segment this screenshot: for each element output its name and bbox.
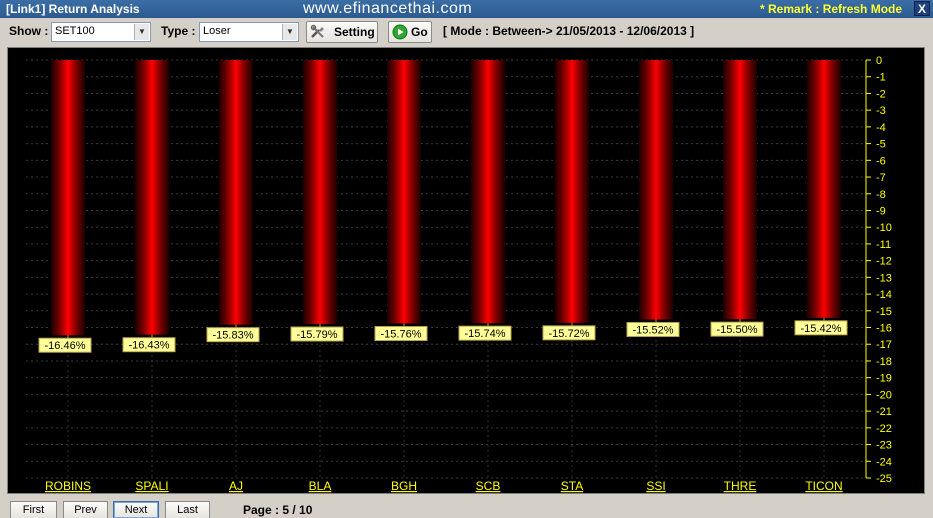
y-tick-label: -22	[876, 423, 892, 435]
first-page-button[interactable]: First	[10, 501, 57, 518]
y-tick-label: -21	[876, 406, 892, 418]
close-button[interactable]: X	[914, 1, 930, 16]
y-tick-label: -19	[876, 373, 892, 385]
bar-sta[interactable]	[555, 60, 589, 323]
data-label: -15.50%	[717, 324, 758, 336]
bar-robins[interactable]	[51, 60, 85, 336]
y-tick-label: -4	[876, 122, 886, 134]
category-label-bla[interactable]: BLA	[309, 479, 332, 493]
return-bar-chart: -16.46% -16.43% -15.83% -15.79% -15.76% -15.7…	[7, 47, 925, 494]
type-select-value: Loser	[203, 25, 231, 37]
y-tick-label: -11	[876, 239, 891, 251]
bar-bgh[interactable]	[387, 60, 421, 324]
bar-aj[interactable]	[219, 60, 253, 325]
bar-spali[interactable]	[135, 60, 169, 335]
data-label: -15.76%	[381, 329, 422, 341]
setting-button[interactable]: Setting	[306, 21, 378, 43]
category-label-robins[interactable]: ROBINS	[45, 479, 91, 493]
data-label: -15.74%	[465, 328, 506, 340]
toolbar: Show : SET100 ▼ Type : Loser ▼ Setting G…	[0, 18, 933, 45]
data-label: -15.52%	[633, 324, 674, 336]
y-tick-label: -6	[876, 155, 886, 167]
category-label-ticon[interactable]: TICON	[805, 479, 842, 493]
category-label-sta[interactable]: STA	[561, 479, 583, 493]
y-tick-label: -17	[876, 339, 892, 351]
title-bar: [Link1] Return Analysis www.efinancethai…	[0, 0, 933, 18]
y-tick-label: -7	[876, 172, 886, 184]
y-tick-label: -23	[876, 440, 892, 452]
data-label: -16.43%	[129, 340, 170, 352]
y-tick-label: -1	[876, 72, 886, 84]
bar-scb[interactable]	[471, 60, 505, 324]
y-tick-label: 0	[876, 55, 882, 67]
chevron-down-icon: ▼	[134, 24, 149, 40]
mode-range-text: [ Mode : Between-> 21/05/2013 - 12/06/20…	[443, 24, 695, 38]
y-tick-label: -13	[876, 272, 892, 284]
setting-button-label: Setting	[334, 25, 375, 39]
y-tick-label: -3	[876, 105, 886, 117]
bar-bla[interactable]	[303, 60, 337, 325]
y-tick-label: -12	[876, 256, 892, 268]
window-title: [Link1] Return Analysis	[6, 2, 140, 16]
y-tick-label: -2	[876, 88, 886, 100]
bar-thre[interactable]	[723, 60, 757, 320]
bar-ssi[interactable]	[639, 60, 673, 320]
page-indicator: Page : 5 / 10	[243, 503, 313, 517]
last-page-button[interactable]: Last	[165, 501, 210, 518]
go-button-label: Go	[411, 25, 428, 39]
refresh-mode-remark: * Remark : Refresh Mode	[760, 2, 903, 16]
y-tick-label: -14	[876, 289, 892, 301]
bar-ticon[interactable]	[807, 60, 841, 318]
tools-icon	[310, 24, 324, 38]
y-tick-label: -8	[876, 189, 886, 201]
y-tick-label: -5	[876, 139, 886, 151]
data-label: -15.42%	[801, 323, 842, 335]
category-label-scb[interactable]: SCB	[476, 479, 501, 493]
data-label: -15.79%	[297, 329, 338, 341]
show-select-value: SET100	[55, 25, 95, 37]
chevron-down-icon: ▼	[282, 24, 297, 40]
category-label-spali[interactable]: SPALI	[135, 479, 168, 493]
data-label: -15.72%	[549, 328, 590, 340]
data-label: -16.46%	[45, 340, 86, 352]
y-tick-label: -15	[876, 306, 892, 318]
y-tick-label: -25	[876, 473, 892, 485]
return-analysis-window: [Link1] Return Analysis www.efinancethai…	[0, 0, 933, 518]
category-label-ssi[interactable]: SSI	[646, 479, 665, 493]
y-tick-label: -16	[876, 323, 892, 335]
watermark-text: www.efinancethai.com	[303, 0, 473, 17]
category-label-aj[interactable]: AJ	[229, 479, 243, 493]
show-label: Show :	[9, 24, 49, 38]
type-select[interactable]: Loser ▼	[199, 22, 299, 42]
prev-page-button[interactable]: Prev	[63, 501, 108, 518]
category-label-thre[interactable]: THRE	[724, 479, 757, 493]
show-select[interactable]: SET100 ▼	[51, 22, 151, 42]
category-label-bgh[interactable]: BGH	[391, 479, 417, 493]
play-icon	[392, 24, 408, 40]
go-button[interactable]: Go	[388, 21, 432, 43]
y-tick-label: -18	[876, 356, 892, 368]
y-tick-label: -9	[876, 205, 886, 217]
y-tick-label: -10	[876, 222, 892, 234]
y-tick-label: -24	[876, 456, 892, 468]
y-tick-label: -20	[876, 389, 892, 401]
next-page-button[interactable]: Next	[113, 501, 159, 518]
chart-canvas: -16.46% -16.43% -15.83% -15.79% -15.76% -15.7…	[26, 55, 892, 493]
data-label: -15.83%	[213, 330, 254, 342]
type-label: Type :	[161, 24, 196, 38]
